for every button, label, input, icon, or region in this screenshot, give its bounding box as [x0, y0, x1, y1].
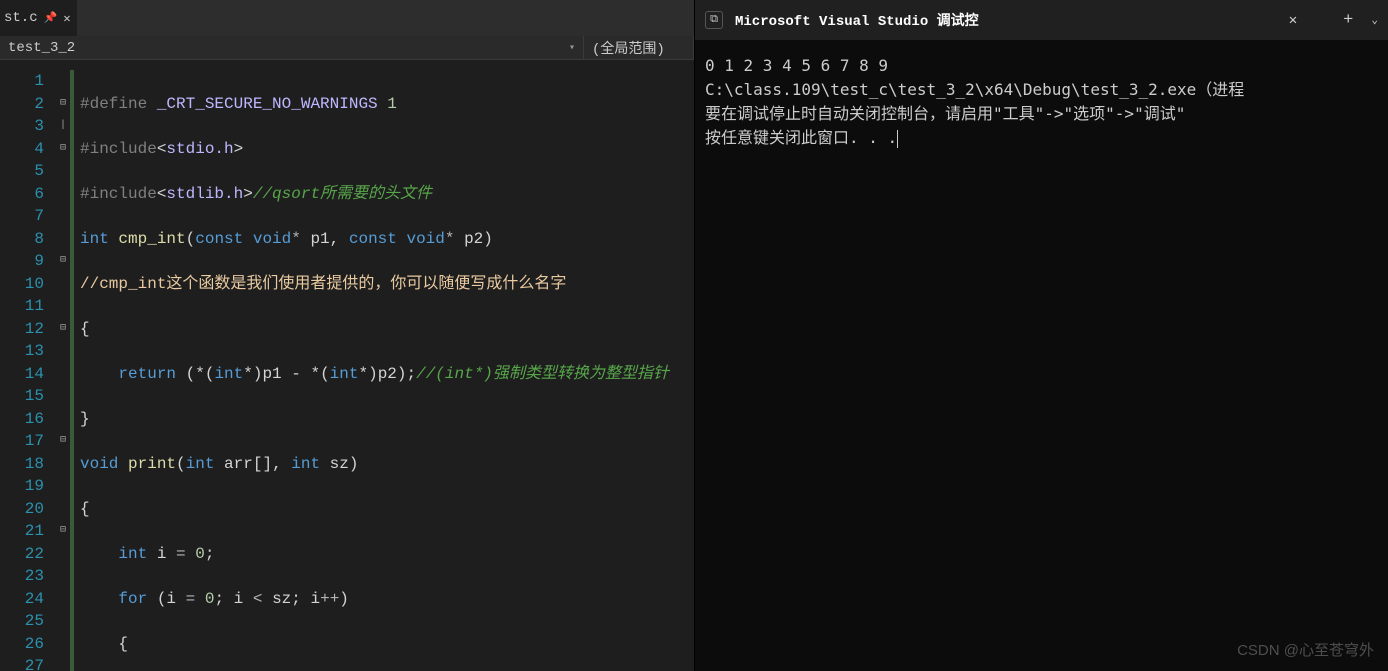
- line-number: 3: [0, 115, 44, 138]
- debug-titlebar: ⧉ Microsoft Visual Studio 调试控 ✕ + ⌄: [695, 0, 1388, 40]
- line-number: 21: [0, 520, 44, 543]
- line-number: 2: [0, 93, 44, 116]
- fold-marker: [56, 363, 70, 386]
- nav-left-label: test_3_2: [8, 40, 75, 56]
- fold-marker[interactable]: ⊟: [56, 93, 70, 116]
- fold-marker: [56, 205, 70, 228]
- watermark: CSDN @心至苍穹外: [1237, 639, 1374, 663]
- line-number: 19: [0, 475, 44, 498]
- line-number: 10: [0, 273, 44, 296]
- fold-marker: [56, 475, 70, 498]
- line-number: 18: [0, 453, 44, 476]
- fold-marker: [56, 565, 70, 588]
- fold-marker: [56, 408, 70, 431]
- line-number: 22: [0, 543, 44, 566]
- fold-marker: [56, 295, 70, 318]
- fold-marker: [56, 70, 70, 93]
- nav-scope-dropdown[interactable]: test_3_2 ▾: [0, 36, 584, 59]
- fold-marker[interactable]: ⊟: [56, 138, 70, 161]
- line-number: 16: [0, 408, 44, 431]
- fold-marker[interactable]: ⊟: [56, 430, 70, 453]
- fold-marker: [56, 183, 70, 206]
- line-number: 5: [0, 160, 44, 183]
- fold-marker: [56, 340, 70, 363]
- line-number: 12: [0, 318, 44, 341]
- code-content[interactable]: #define _CRT_SECURE_NO_WARNINGS 1 #inclu…: [74, 60, 694, 671]
- nav-bar: test_3_2 ▾ (全局范围): [0, 36, 694, 60]
- line-number: 9: [0, 250, 44, 273]
- fold-marker: [56, 228, 70, 251]
- line-number: 24: [0, 588, 44, 611]
- line-number: 6: [0, 183, 44, 206]
- code-area[interactable]: 1234567891011121314151617181920212223242…: [0, 60, 694, 671]
- editor-pane: st.c 📌 ✕ test_3_2 ▾ (全局范围) 1234567891011…: [0, 0, 694, 671]
- line-number: 20: [0, 498, 44, 521]
- line-number-gutter: 1234567891011121314151617181920212223242…: [0, 60, 56, 671]
- fold-marker: [56, 610, 70, 633]
- line-number: 14: [0, 363, 44, 386]
- line-number: 7: [0, 205, 44, 228]
- new-tab-icon[interactable]: +: [1343, 11, 1353, 30]
- line-number: 4: [0, 138, 44, 161]
- text-cursor: [897, 130, 898, 148]
- close-icon[interactable]: ✕: [63, 11, 70, 26]
- line-number: 25: [0, 610, 44, 633]
- line-number: 27: [0, 655, 44, 671]
- tab-bar: st.c 📌 ✕: [0, 0, 694, 36]
- line-number: 13: [0, 340, 44, 363]
- fold-marker: [56, 160, 70, 183]
- fold-marker: [56, 543, 70, 566]
- tab-filename: st.c: [4, 10, 38, 26]
- console-output[interactable]: 0 1 2 3 4 5 6 7 8 9 C:\class.109\test_c\…: [695, 40, 1388, 671]
- line-number: 23: [0, 565, 44, 588]
- fold-marker: [56, 273, 70, 296]
- pin-icon[interactable]: 📌: [44, 11, 58, 25]
- fold-marker: [56, 633, 70, 656]
- fold-marker: [56, 385, 70, 408]
- chevron-down-icon[interactable]: ⌄: [1371, 13, 1378, 27]
- line-number: 8: [0, 228, 44, 251]
- fold-marker: [56, 453, 70, 476]
- line-number: 17: [0, 430, 44, 453]
- fold-marker: [56, 655, 70, 671]
- root: st.c 📌 ✕ test_3_2 ▾ (全局范围) 1234567891011…: [0, 0, 1388, 671]
- debug-console-pane: ⧉ Microsoft Visual Studio 调试控 ✕ + ⌄ 0 1 …: [694, 0, 1388, 671]
- nav-right-dropdown[interactable]: (全局范围): [584, 36, 694, 59]
- fold-marker: [56, 588, 70, 611]
- chevron-down-icon: ▾: [569, 42, 575, 54]
- nav-right-label: (全局范围): [592, 38, 665, 58]
- file-tab[interactable]: st.c 📌 ✕: [0, 0, 78, 36]
- tab-close-icon[interactable]: ✕: [1289, 12, 1297, 29]
- fold-marker: [56, 498, 70, 521]
- fold-column: ⊟|⊟⊟⊟⊟⊟: [56, 60, 70, 671]
- vs-icon: ⧉: [705, 11, 723, 29]
- fold-marker[interactable]: ⊟: [56, 318, 70, 341]
- debug-window-title: Microsoft Visual Studio 调试控: [735, 10, 979, 30]
- line-number: 26: [0, 633, 44, 656]
- line-number: 11: [0, 295, 44, 318]
- line-number: 15: [0, 385, 44, 408]
- fold-marker[interactable]: ⊟: [56, 520, 70, 543]
- fold-marker[interactable]: ⊟: [56, 250, 70, 273]
- fold-marker[interactable]: |: [56, 115, 70, 138]
- line-number: 1: [0, 70, 44, 93]
